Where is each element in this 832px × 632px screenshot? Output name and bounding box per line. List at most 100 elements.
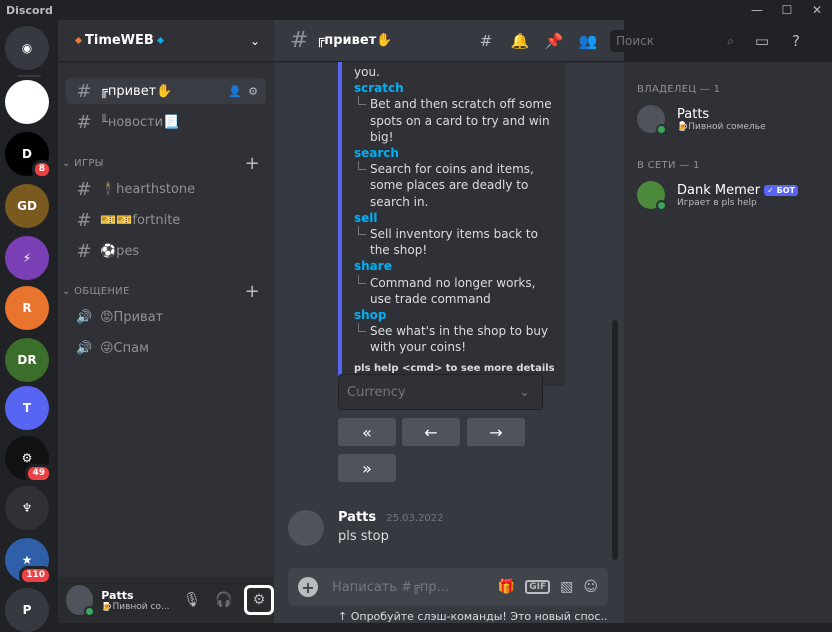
double-right-icon: »: [362, 458, 372, 478]
next-page-button[interactable]: →: [467, 418, 525, 446]
category-label: ОБЩЕНИЕ: [74, 285, 130, 297]
plus-icon[interactable]: +: [298, 577, 318, 597]
chevron-down-icon: ⌄: [62, 157, 71, 169]
guild-server-gd[interactable]: GD: [5, 184, 49, 228]
minimize-button[interactable]: —: [742, 0, 772, 20]
first-page-button[interactable]: «: [338, 418, 396, 446]
search-icon: ⌕: [727, 33, 734, 48]
command-name: sell: [354, 210, 378, 225]
add-channel-icon[interactable]: +: [245, 153, 260, 174]
hash-icon: #: [76, 111, 92, 133]
guild-server-11[interactable]: ★ 110: [5, 538, 52, 585]
guild-discord-home[interactable]: ◉: [5, 26, 49, 70]
guild-server-6[interactable]: R: [5, 286, 49, 330]
microphone-icon[interactable]: 🎙: [180, 588, 204, 612]
embed-intro: you.: [354, 65, 380, 79]
owner-category: ВЛАДЕЛЕЦ — 1: [637, 84, 721, 95]
voice-channel-spam[interactable]: 🔊 😜Спам: [66, 335, 266, 361]
guild-server-9[interactable]: ⚙ 49: [5, 436, 52, 483]
chevron-down-icon[interactable]: ⌄: [250, 34, 260, 48]
threads-icon[interactable]: #: [474, 29, 498, 53]
guild-server-t[interactable]: T: [5, 386, 49, 430]
channel-fortnite[interactable]: # 🎫🎫fortnite: [66, 207, 266, 233]
member-status: 🍺Пивной сомелье: [677, 121, 766, 132]
server-list-separator: [17, 75, 41, 77]
message-author[interactable]: Patts: [338, 510, 376, 525]
chevron-down-icon: ⌄: [62, 285, 71, 297]
channel-label: 🎫🎫fortnite: [100, 212, 181, 228]
guild-server-drunk[interactable]: D8: [5, 132, 52, 179]
user-settings-gear-icon[interactable]: ⚙: [244, 585, 274, 615]
command-name: search: [354, 146, 399, 161]
command-desc: Bet and then scratch off some spots on a…: [354, 96, 556, 145]
hash-icon: #: [76, 80, 92, 102]
channel-label: ╔привет✋: [100, 83, 173, 99]
gear-icon[interactable]: ⚙: [248, 85, 258, 98]
server-header[interactable]: TimeWEB ⌄: [58, 20, 274, 62]
help-icon[interactable]: ?: [784, 29, 808, 53]
online-status-icon: [656, 200, 667, 211]
guild-server-dragon[interactable]: DR: [5, 338, 49, 382]
command-desc: Search for coins and items, some places …: [354, 161, 556, 210]
gift-icon[interactable]: 🎁: [498, 579, 515, 595]
channel-novosti[interactable]: # ╙новости📃: [66, 109, 266, 135]
voice-channel-privat[interactable]: 🔊 😡Приват: [66, 304, 266, 330]
guild-server-p[interactable]: P: [5, 588, 49, 632]
gif-icon[interactable]: GIF: [525, 580, 551, 594]
pin-icon[interactable]: 📌: [542, 29, 566, 53]
channel-pes[interactable]: # ⚽pes: [66, 238, 266, 264]
add-channel-icon[interactable]: +: [245, 281, 260, 302]
inbox-icon[interactable]: ▭: [750, 29, 774, 53]
mention-badge: 49: [25, 464, 52, 483]
header-toolbar: # 🔔 📌 👥 Поиск ⌕ ▭ ?: [474, 20, 808, 62]
currency-select[interactable]: Currency ⌄: [338, 374, 543, 410]
guild-icon: ♆: [21, 501, 33, 515]
online-status-icon: [656, 124, 667, 135]
user-avatar[interactable]: [66, 585, 96, 617]
title-bar: Discord — ☐ ✕: [0, 0, 832, 20]
message-avatar[interactable]: [288, 510, 324, 546]
category-chat[interactable]: ⌄ ОБЩЕНИЕ +: [58, 281, 274, 302]
member-list: ВЛАДЕЛЕЦ — 1 Patts 🍺Пивной сомелье В СЕТ…: [624, 62, 832, 623]
sticker-icon[interactable]: ▧: [560, 579, 573, 595]
user-status: 🍺Пивной со...: [101, 601, 170, 612]
message-composer[interactable]: + Написать #╔пр... 🎁 GIF ▧ ☺: [288, 568, 608, 606]
chat-scrollbar[interactable]: [612, 320, 618, 560]
select-placeholder: Currency: [347, 384, 406, 400]
channel-hearthstone[interactable]: # 🕴hearthstone: [66, 176, 266, 202]
guild-icon: R: [22, 301, 32, 315]
close-button[interactable]: ✕: [802, 0, 832, 20]
last-page-button[interactable]: »: [338, 454, 396, 482]
bell-icon[interactable]: 🔔: [508, 29, 532, 53]
online-status-icon: [84, 606, 96, 617]
guild-icon: ⚙: [21, 451, 33, 465]
guild-server-5[interactable]: ⚡: [5, 236, 49, 280]
member-status: Играет в pls help: [677, 197, 757, 208]
command-desc: See what's in the shop to buy with your …: [354, 323, 556, 355]
invite-icon[interactable]: 👤: [228, 85, 242, 98]
member-item-bot[interactable]: Dank Memer ✓ БОТ Играет в pls help: [637, 178, 827, 212]
message-input[interactable]: Написать #╔пр...: [332, 580, 452, 595]
emoji-icon[interactable]: ☺: [583, 579, 598, 595]
arrow-left-icon: ←: [424, 422, 438, 442]
maximize-button[interactable]: ☐: [772, 0, 802, 20]
speaker-icon: 🔊: [76, 309, 93, 325]
channel-privet[interactable]: # ╔привет✋ 👤 ⚙: [66, 78, 266, 104]
guild-server-2[interactable]: [5, 80, 49, 124]
prev-page-button[interactable]: ←: [402, 418, 460, 446]
hash-icon: #: [76, 240, 92, 262]
member-name: Dank Memer: [677, 182, 761, 198]
arrow-right-icon: →: [489, 422, 503, 442]
user-name: Patts: [101, 588, 134, 602]
guild-icon: DR: [17, 353, 37, 367]
headphones-icon[interactable]: 🎧: [212, 588, 236, 612]
speaker-icon: 🔊: [76, 340, 93, 356]
app-title: Discord: [6, 3, 53, 17]
hash-icon: #: [76, 178, 92, 200]
orange-diamond-icon: [74, 36, 83, 45]
members-icon[interactable]: 👥: [576, 29, 600, 53]
guild-server-10[interactable]: ♆: [5, 486, 49, 530]
member-item-owner[interactable]: Patts 🍺Пивной сомелье: [637, 102, 827, 136]
category-games[interactable]: ⌄ ИГРЫ +: [58, 153, 274, 174]
search-input[interactable]: Поиск ⌕: [610, 30, 740, 52]
